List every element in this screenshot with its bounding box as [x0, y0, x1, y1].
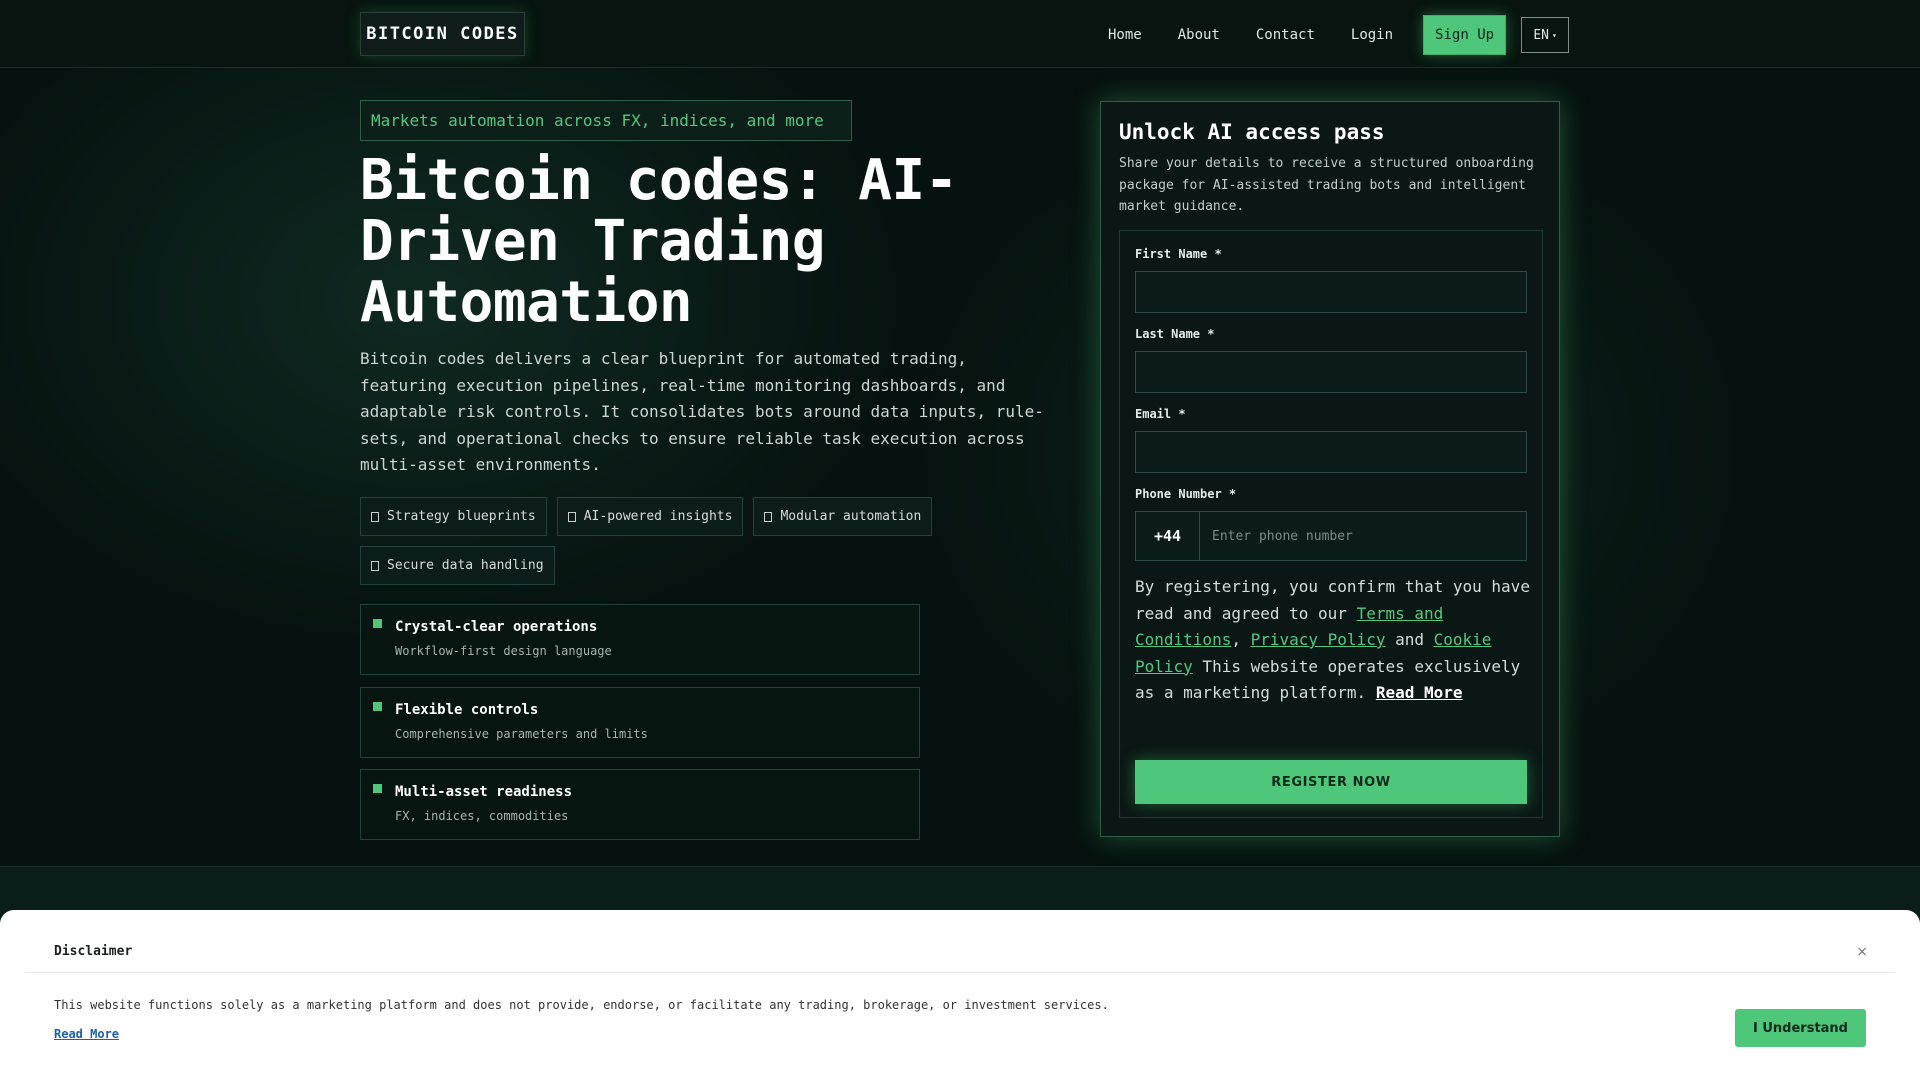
- chip-label: Secure data handling: [387, 558, 544, 573]
- register-button[interactable]: REGISTER NOW: [1135, 760, 1527, 804]
- top-nav: BITCOIN CODES Home About Contact Login S…: [0, 0, 1920, 68]
- signup-card: Unlock AI access pass Share your details…: [1100, 101, 1560, 837]
- disclaimer-banner: Disclaimer × This website functions sole…: [0, 910, 1920, 1080]
- nav-links: Home About Contact Login Sign Up EN ▾: [1108, 15, 1570, 55]
- logo[interactable]: BITCOIN CODES: [360, 12, 525, 56]
- missing-glyph-icon: [764, 511, 773, 522]
- hero-title: Bitcoin codes: AI-Driven Trading Automat…: [360, 148, 958, 335]
- card-title: Unlock AI access pass: [1119, 120, 1385, 144]
- email-label: Email *: [1135, 407, 1186, 421]
- feature-title: Multi-asset readiness: [395, 784, 573, 800]
- first-name-label: First Name *: [1135, 247, 1222, 261]
- feature-subtitle: Workflow-first design language: [395, 644, 612, 658]
- close-icon[interactable]: ×: [1856, 944, 1868, 960]
- missing-glyph-icon: [371, 511, 379, 522]
- square-bullet-icon: [373, 702, 382, 711]
- square-bullet-icon: [373, 784, 382, 793]
- consent-text: By registering, you confirm that you hav…: [1135, 574, 1531, 707]
- feature-subtitle: FX, indices, commodities: [395, 809, 569, 823]
- last-name-input[interactable]: [1135, 351, 1527, 393]
- feature-card: Multi-asset readiness FX, indices, commo…: [360, 769, 920, 840]
- email-input[interactable]: [1135, 431, 1527, 473]
- chip-label: Modular automation: [780, 509, 922, 524]
- first-name-input[interactable]: [1135, 271, 1527, 313]
- feature-title: Crystal-clear operations: [395, 619, 598, 635]
- hero-description: Bitcoin codes delivers a clear blueprint…: [360, 349, 1044, 474]
- last-name-label: Last Name *: [1135, 327, 1215, 341]
- understand-button[interactable]: I Understand: [1735, 1009, 1866, 1047]
- feature-title: Flexible controls: [395, 702, 539, 718]
- missing-glyph-icon: [567, 511, 576, 522]
- missing-glyph-icon: [371, 560, 379, 571]
- feature-card: Crystal-clear operations Workflow-first …: [360, 604, 920, 675]
- nav-link-login[interactable]: Login: [1351, 27, 1393, 43]
- privacy-link[interactable]: Privacy Policy: [1251, 630, 1386, 649]
- disclaimer-read-more-link[interactable]: Read More: [54, 1027, 119, 1041]
- chip-label: AI-powered insights: [583, 509, 733, 524]
- disclaimer-title: Disclaimer: [54, 944, 133, 959]
- nav-link-about[interactable]: About: [1178, 27, 1220, 43]
- signup-button[interactable]: Sign Up: [1423, 15, 1507, 55]
- chip-ai-insights: AI-powered insights: [556, 497, 744, 536]
- consent-text-part: By registering, you confirm that you hav…: [1135, 577, 1530, 623]
- nav-link-home[interactable]: Home: [1108, 27, 1142, 43]
- hero-tag: Markets automation across FX, indices, a…: [360, 100, 852, 141]
- language-label: EN: [1533, 27, 1549, 43]
- feature-subtitle: Comprehensive parameters and limits: [395, 727, 648, 741]
- read-more-link[interactable]: Read More: [1376, 683, 1463, 702]
- disclaimer-text: This website functions solely as a marke…: [54, 998, 1109, 1012]
- country-code[interactable]: +44: [1136, 512, 1200, 560]
- nav-link-contact[interactable]: Contact: [1256, 27, 1315, 43]
- chip-strategy-blueprints: Strategy blueprints: [360, 497, 547, 536]
- feature-card: Flexible controls Comprehensive paramete…: [360, 687, 920, 758]
- consent-text-part: ,: [1231, 630, 1251, 649]
- chip-modular-automation: Modular automation: [753, 497, 933, 536]
- divider: [25, 972, 1895, 973]
- phone-input[interactable]: [1200, 512, 1526, 560]
- card-subtitle: Share your details to receive a structur…: [1119, 156, 1534, 214]
- phone-label: Phone Number *: [1135, 487, 1237, 501]
- consent-text-part: and: [1385, 630, 1434, 649]
- feature-chips: Strategy blueprints AI-powered insights …: [360, 497, 960, 595]
- phone-field: +44: [1135, 511, 1527, 561]
- language-selector[interactable]: EN ▾: [1521, 17, 1570, 53]
- square-bullet-icon: [373, 619, 382, 628]
- chip-label: Strategy blueprints: [387, 509, 536, 524]
- caret-down-icon: ▾: [1551, 30, 1557, 40]
- chip-secure-data: Secure data handling: [360, 546, 555, 585]
- registration-form: First Name * Last Name * Email * Phone N…: [1119, 230, 1543, 818]
